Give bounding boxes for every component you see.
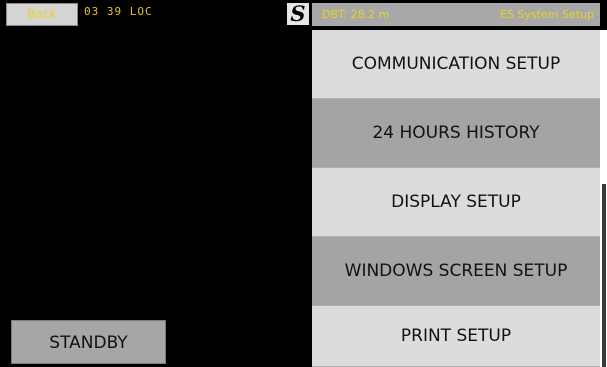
menu-item-24-hours-history[interactable]: 24 HOURS HISTORY <box>312 99 600 168</box>
scrollbar-thumb[interactable] <box>602 184 606 367</box>
page-title: ES System Setup <box>500 8 594 21</box>
standby-button[interactable]: STANDBY <box>11 320 166 364</box>
top-status-bar: Back 03 39 LOC S DBT: 28.2 m ES System S… <box>0 0 607 29</box>
menu-item-communication-setup[interactable]: COMMUNICATION SETUP <box>312 30 600 99</box>
logo-icon: S <box>287 3 309 25</box>
clock-readout: 03 39 LOC <box>84 5 153 18</box>
screen: Back 03 39 LOC S DBT: 28.2 m ES System S… <box>0 0 607 367</box>
menu-item-windows-screen-setup[interactable]: WINDOWS SCREEN SETUP <box>312 237 600 306</box>
menu-item-print-setup[interactable]: PRINT SETUP <box>312 306 600 367</box>
menu-scrollbar[interactable] <box>600 30 607 367</box>
depth-readout: DBT: 28.2 m <box>322 8 390 21</box>
menu-item-display-setup[interactable]: DISPLAY SETUP <box>312 168 600 237</box>
info-bar: DBT: 28.2 m ES System Setup <box>312 3 600 26</box>
back-button[interactable]: Back <box>6 3 78 26</box>
setup-menu: COMMUNICATION SETUP 24 HOURS HISTORY DIS… <box>312 30 600 367</box>
